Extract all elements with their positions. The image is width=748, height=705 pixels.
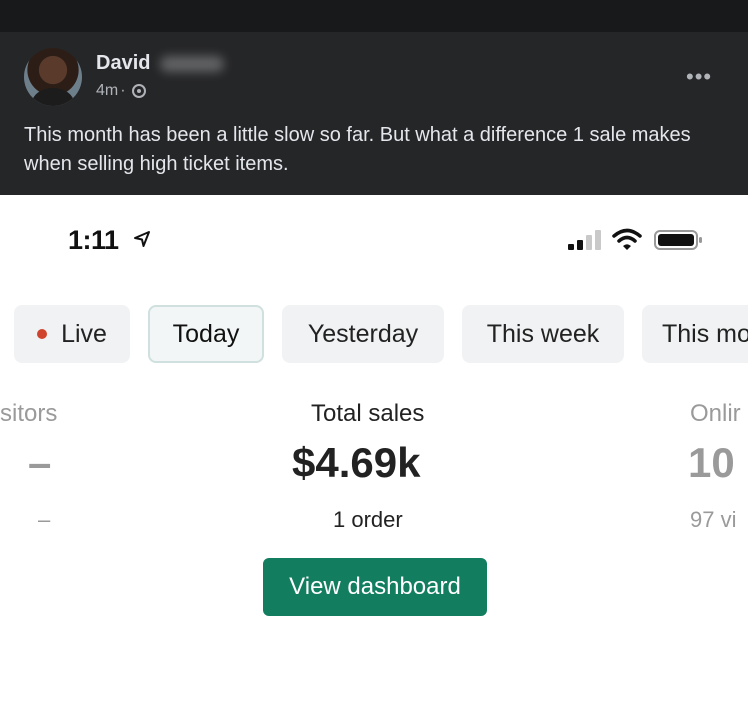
filter-this-week-label: This week [486,319,600,348]
battery-icon [654,230,702,250]
author-name-redacted [160,56,224,72]
location-arrow-icon [134,231,150,247]
post-text: This month has been a little slow so far… [24,124,691,175]
online-store-label: Onlir [690,400,741,427]
online-store-value: 10 [688,439,735,486]
meta-separator: · [120,82,126,99]
filter-today[interactable]: Today [148,305,264,363]
author-name[interactable]: David [96,52,150,75]
view-dashboard-button[interactable]: View dashboard [263,558,487,616]
total-sales-value[interactable]: $4.69k [292,439,420,487]
filter-live-label: Live [61,319,107,348]
facebook-post: David 4m · ••• This month has been a lit… [0,0,748,195]
wifi-icon [612,228,642,250]
live-indicator-icon [37,329,48,339]
signal-icon [568,230,601,250]
filter-today-label: Today [172,319,240,348]
filter-yesterday[interactable]: Yesterday [282,305,444,363]
post-top-bar [0,0,748,32]
author-avatar[interactable] [24,48,82,106]
filter-this-week[interactable]: This week [462,305,624,363]
orders-count: 1 order [333,507,403,532]
online-store-sub: 97 vi [690,507,737,532]
visitors-sub: – [38,507,51,532]
status-time: 1:11 [68,225,119,255]
post-meta: 4m · [96,82,146,100]
phone-screenshot: 1:11 Live Today Yesterday This week This… [0,195,748,625]
filter-this-month[interactable]: This mo [642,305,748,363]
more-options-icon[interactable]: ••• [686,64,712,90]
total-sales-label: Total sales [311,400,425,427]
post-time[interactable]: 4m [96,82,118,100]
globe-icon[interactable] [131,84,146,98]
visitors-value: – [28,439,52,486]
visitors-label: sitors [0,400,58,427]
filter-this-month-label: This mo [662,319,748,348]
filter-live[interactable]: Live [14,305,130,363]
filter-yesterday-label: Yesterday [307,319,419,348]
